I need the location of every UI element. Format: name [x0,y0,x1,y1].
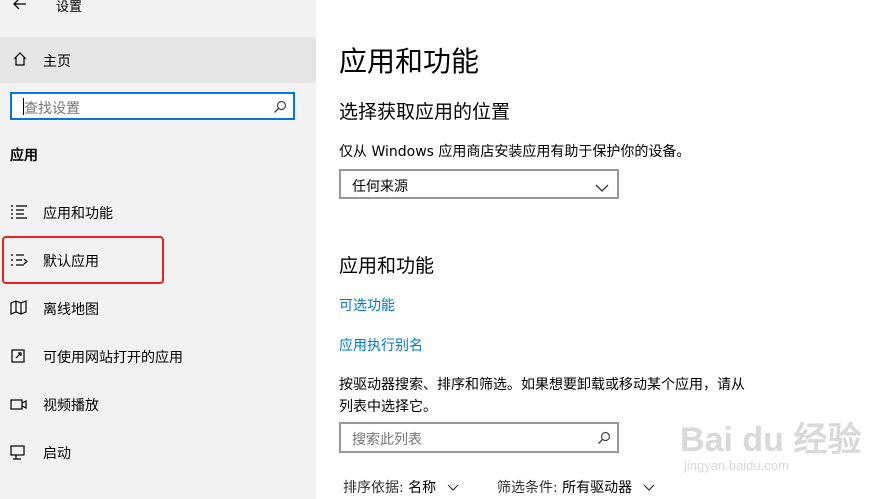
filter-label: 筛选条件: [497,480,558,496]
sidebar-item-label: 应用和功能 [43,206,113,222]
section-heading-apps: 应用 [10,148,38,164]
sidebar-item-label: 启动 [43,446,71,462]
home-icon [12,51,28,71]
website-app-icon [10,348,28,364]
watermark-logo-text: Bai du 经验 [680,421,862,459]
install-source-dropdown[interactable]: 任何来源 [339,169,619,199]
highlight-box [2,236,164,284]
chevron-down-icon [595,178,609,197]
apps-search-input[interactable]: 搜索此列表 [339,422,619,453]
page-title: 应用和功能 [339,45,480,78]
sidebar-item-startup[interactable]: 启动 [0,432,316,472]
sidebar-item-label: 视频播放 [43,398,99,414]
sidebar-item-website-apps[interactable]: 可使用网站打开的应用 [0,336,316,376]
sidebar-item-video-playback[interactable]: 视频播放 [0,384,316,424]
watermark-url: jingyan.baidu.com [684,458,789,473]
apps-features-heading: 应用和功能 [339,255,435,277]
settings-search-input[interactable]: 查找设置 [10,92,295,120]
sidebar-item-apps-features[interactable]: 应用和功能 [0,192,316,232]
sort-by-control[interactable]: 排序依据: 名称 [343,477,459,497]
filter-by-control[interactable]: 筛选条件: 所有驱动器 [497,477,655,497]
filter-value: 所有驱动器 [562,480,633,496]
sidebar-item-label: 可使用网站打开的应用 [43,350,183,366]
back-arrow-icon[interactable] [10,0,30,14]
sidebar: 设置 主页 查找设置 应用 应用和功能 默认应用 离线地图 可使用网站打开的应用… [0,0,316,499]
description-line: 按驱动器搜索、排序和筛选。如果想要卸载或移动某个应用，请从 [339,377,745,393]
dropdown-value: 任何来源 [352,179,408,195]
apps-list-icon [10,204,28,220]
map-icon [10,300,28,316]
sort-label: 排序依据: [343,480,404,496]
text-cursor [23,98,24,115]
baidu-watermark: Bai du 经验 jingyan.baidu.com [674,398,879,493]
sidebar-item-label: 离线地图 [43,302,99,318]
startup-icon [10,444,28,460]
optional-features-link[interactable]: 可选功能 [339,295,395,315]
search-placeholder: 查找设置 [24,101,80,117]
search-icon[interactable] [597,430,611,449]
home-label: 主页 [43,54,71,70]
sidebar-home-item[interactable]: 主页 [0,37,316,83]
video-icon [10,396,28,412]
chevron-down-icon [643,484,655,491]
search-placeholder: 搜索此列表 [352,432,422,448]
window-title: 设置 [56,0,83,15]
sidebar-item-offline-maps[interactable]: 离线地图 [0,288,316,328]
search-icon[interactable] [273,99,287,118]
sort-value: 名称 [408,480,437,496]
install-source-description: 仅从 Windows 应用商店安装应用有助于保护你的设备。 [339,144,691,160]
app-execution-alias-link[interactable]: 应用执行别名 [339,335,423,355]
chevron-down-icon [447,484,459,491]
install-source-heading: 选择获取应用的位置 [339,101,511,123]
